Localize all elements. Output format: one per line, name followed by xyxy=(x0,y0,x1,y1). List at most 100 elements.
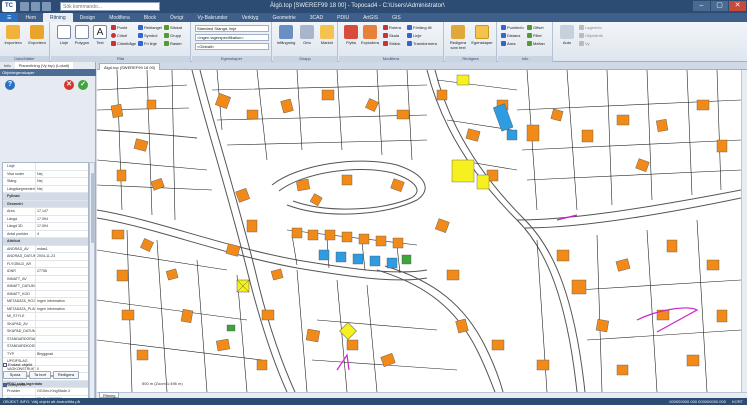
property-value[interactable] xyxy=(36,163,88,170)
new-file-icon[interactable] xyxy=(20,2,29,11)
tab-file[interactable]: ☰ xyxy=(0,13,19,22)
property-row[interactable]: Längd 3D 17,594 xyxy=(3,223,88,231)
tab-hem[interactable]: Hem xyxy=(18,13,43,22)
property-value[interactable]: 27756 xyxy=(36,268,88,275)
property-value[interactable]: 2004-11-23 xyxy=(36,253,88,260)
scale-button[interactable]: Skala xyxy=(383,32,399,39)
layer-combo[interactable]: Standard Stangd, linje xyxy=(195,25,269,32)
symbol-button[interactable]: Symbol xyxy=(138,32,157,39)
edit-as-text-button[interactable]: Redigera som text xyxy=(447,25,469,50)
tab-vy[interactable]: Vy-Bakrunder xyxy=(190,13,234,22)
point-button[interactable]: Punkt xyxy=(111,24,127,31)
ortho-button[interactable]: Orto xyxy=(296,25,318,45)
property-row[interactable]: STANDARDKODSAMT xyxy=(3,343,88,351)
save-icon[interactable] xyxy=(42,2,51,11)
property-row[interactable]: INMATT_DATUM xyxy=(3,283,88,291)
layer-info-button[interactable]: Lagerinfo xyxy=(579,24,602,31)
line-mod-button[interactable]: Linje xyxy=(407,32,421,39)
property-value[interactable]: Nej xyxy=(36,171,88,178)
property-row[interactable]: FLYGBILD_AR xyxy=(3,260,88,268)
raster-button[interactable]: Raster xyxy=(164,40,182,47)
property-value[interactable]: 17,147 xyxy=(36,208,88,215)
property-row[interactable]: Längdsegmentering Nej xyxy=(3,185,88,193)
tab-design[interactable]: Design xyxy=(73,13,103,22)
explode-button[interactable]: Explodera xyxy=(359,25,381,45)
remove-button[interactable]: Ta bort xyxy=(29,371,51,379)
map-canvas[interactable] xyxy=(97,70,741,392)
property-value[interactable]: Nej xyxy=(36,186,88,193)
stitch-button[interactable]: Stickat xyxy=(164,24,182,31)
property-value[interactable]: Ingen information xyxy=(36,298,88,305)
property-grid-scrollbar[interactable] xyxy=(89,162,95,405)
free-line-button[interactable]: Fri linje xyxy=(138,40,157,47)
locked-checkbox[interactable]: Endast objekt xyxy=(3,362,32,367)
scroll-thumb[interactable] xyxy=(91,173,94,243)
property-row[interactable]: TYP Bbyggnad xyxy=(3,350,88,358)
property-grid[interactable]: Linje Visa noder Nej Stäng Nej Längdsegmenter… xyxy=(2,162,89,405)
property-row[interactable]: ANDRAD_AV mdas1 xyxy=(3,245,88,253)
between-button[interactable]: Mellan xyxy=(527,40,545,47)
property-value[interactable] xyxy=(36,343,88,350)
export-button[interactable]: Exportera xyxy=(26,25,48,45)
property-row[interactable]: Stäng Nej xyxy=(3,178,88,186)
property-row[interactable]: Antal punkter 4 xyxy=(3,230,88,238)
property-value[interactable] xyxy=(36,358,88,365)
import-button[interactable]: Importera xyxy=(2,25,24,45)
command-search-input[interactable] xyxy=(60,2,160,11)
map-vertical-scrollbar[interactable] xyxy=(741,70,747,392)
document-tab[interactable]: Älgö.top (SWEREF99 18 00) xyxy=(99,63,161,70)
distance-button[interactable]: Distans xyxy=(501,32,520,39)
close-button[interactable]: ✕ xyxy=(729,1,746,11)
property-row[interactable]: Linje xyxy=(3,163,88,171)
tab-3cad[interactable]: 3CAD xyxy=(303,13,330,22)
text-button[interactable]: A Text xyxy=(89,25,111,45)
property-row[interactable]: ANDRAD_DATUM 2004-11-23 xyxy=(3,253,88,261)
confirm-icon[interactable]: ✓ xyxy=(78,80,88,90)
rectangle-button[interactable]: Rektangel xyxy=(138,24,162,31)
property-value[interactable]: Ingen information xyxy=(36,306,88,313)
extend-button[interactable]: Förläng till xyxy=(407,24,431,31)
properties-button[interactable]: Egenskaper xyxy=(471,25,493,45)
point-info-button[interactable]: Punktinfo xyxy=(501,24,524,31)
property-row[interactable]: SKAPAD_AV xyxy=(3,320,88,328)
property-value[interactable]: 17,594 xyxy=(36,216,88,223)
tab-block[interactable]: Block xyxy=(137,13,163,22)
property-value[interactable]: OGGeo.KingStade.3 xyxy=(36,388,88,395)
property-value[interactable]: 17,594 xyxy=(36,223,88,230)
tab-verktyg[interactable]: Verktyg xyxy=(235,13,266,22)
property-value[interactable] xyxy=(36,321,88,328)
minimize-button[interactable]: – xyxy=(693,1,710,11)
rotate-button[interactable]: Rotera xyxy=(383,24,401,31)
autoprefix-checkbox[interactable]: Autoprefix xyxy=(3,382,26,387)
property-category[interactable]: Geometri xyxy=(3,200,88,208)
transform-button[interactable]: Transformera xyxy=(407,40,437,47)
view-button[interactable]: Vy xyxy=(579,40,590,47)
property-value[interactable] xyxy=(36,291,88,298)
maximize-button[interactable]: ▢ xyxy=(711,1,728,11)
property-value[interactable] xyxy=(36,261,88,268)
help-icon[interactable]: ? xyxy=(5,80,15,90)
property-row[interactable]: SKAPAD_DATUM xyxy=(3,328,88,336)
property-value[interactable]: Bbyggnad xyxy=(36,351,88,358)
tab-ovrigt[interactable]: Övrigt xyxy=(163,13,190,22)
property-row[interactable]: METADATA_PLAN Ingen information xyxy=(3,305,88,313)
property-row[interactable]: Längd 17,594 xyxy=(3,215,88,223)
save-button[interactable]: Spara xyxy=(3,371,27,379)
tab-artgis[interactable]: ArtGIS xyxy=(356,13,385,22)
property-value[interactable] xyxy=(36,276,88,283)
property-value[interactable]: 4 xyxy=(36,231,88,238)
property-value[interactable]: mdas1 xyxy=(36,246,88,253)
tab-ritning[interactable]: Ritning xyxy=(43,13,73,22)
property-row[interactable]: INMATT_KOD xyxy=(3,290,88,298)
property-row[interactable]: Provider OGGeo.KingStade.3 xyxy=(3,388,88,396)
tab-plan-view[interactable]: Planeritning (Vy top) (Lokalt) xyxy=(14,62,74,69)
area-button[interactable]: Area xyxy=(501,40,515,47)
tab-info[interactable]: Info xyxy=(0,62,15,69)
arc-button[interactable]: Cirkelbåge xyxy=(111,40,136,47)
filter-button[interactable]: Filter xyxy=(527,32,542,39)
tab-modifiera[interactable]: Modifiera xyxy=(102,13,137,22)
map-view[interactable]: Älgö.top (SWEREF99 18 00) 500 m (Zoom 1:… xyxy=(97,62,747,398)
circle-button[interactable]: Cirkel xyxy=(111,32,127,39)
tab-gis[interactable]: GIS xyxy=(385,13,408,22)
property-category[interactable]: Fyllnad xyxy=(3,193,88,201)
